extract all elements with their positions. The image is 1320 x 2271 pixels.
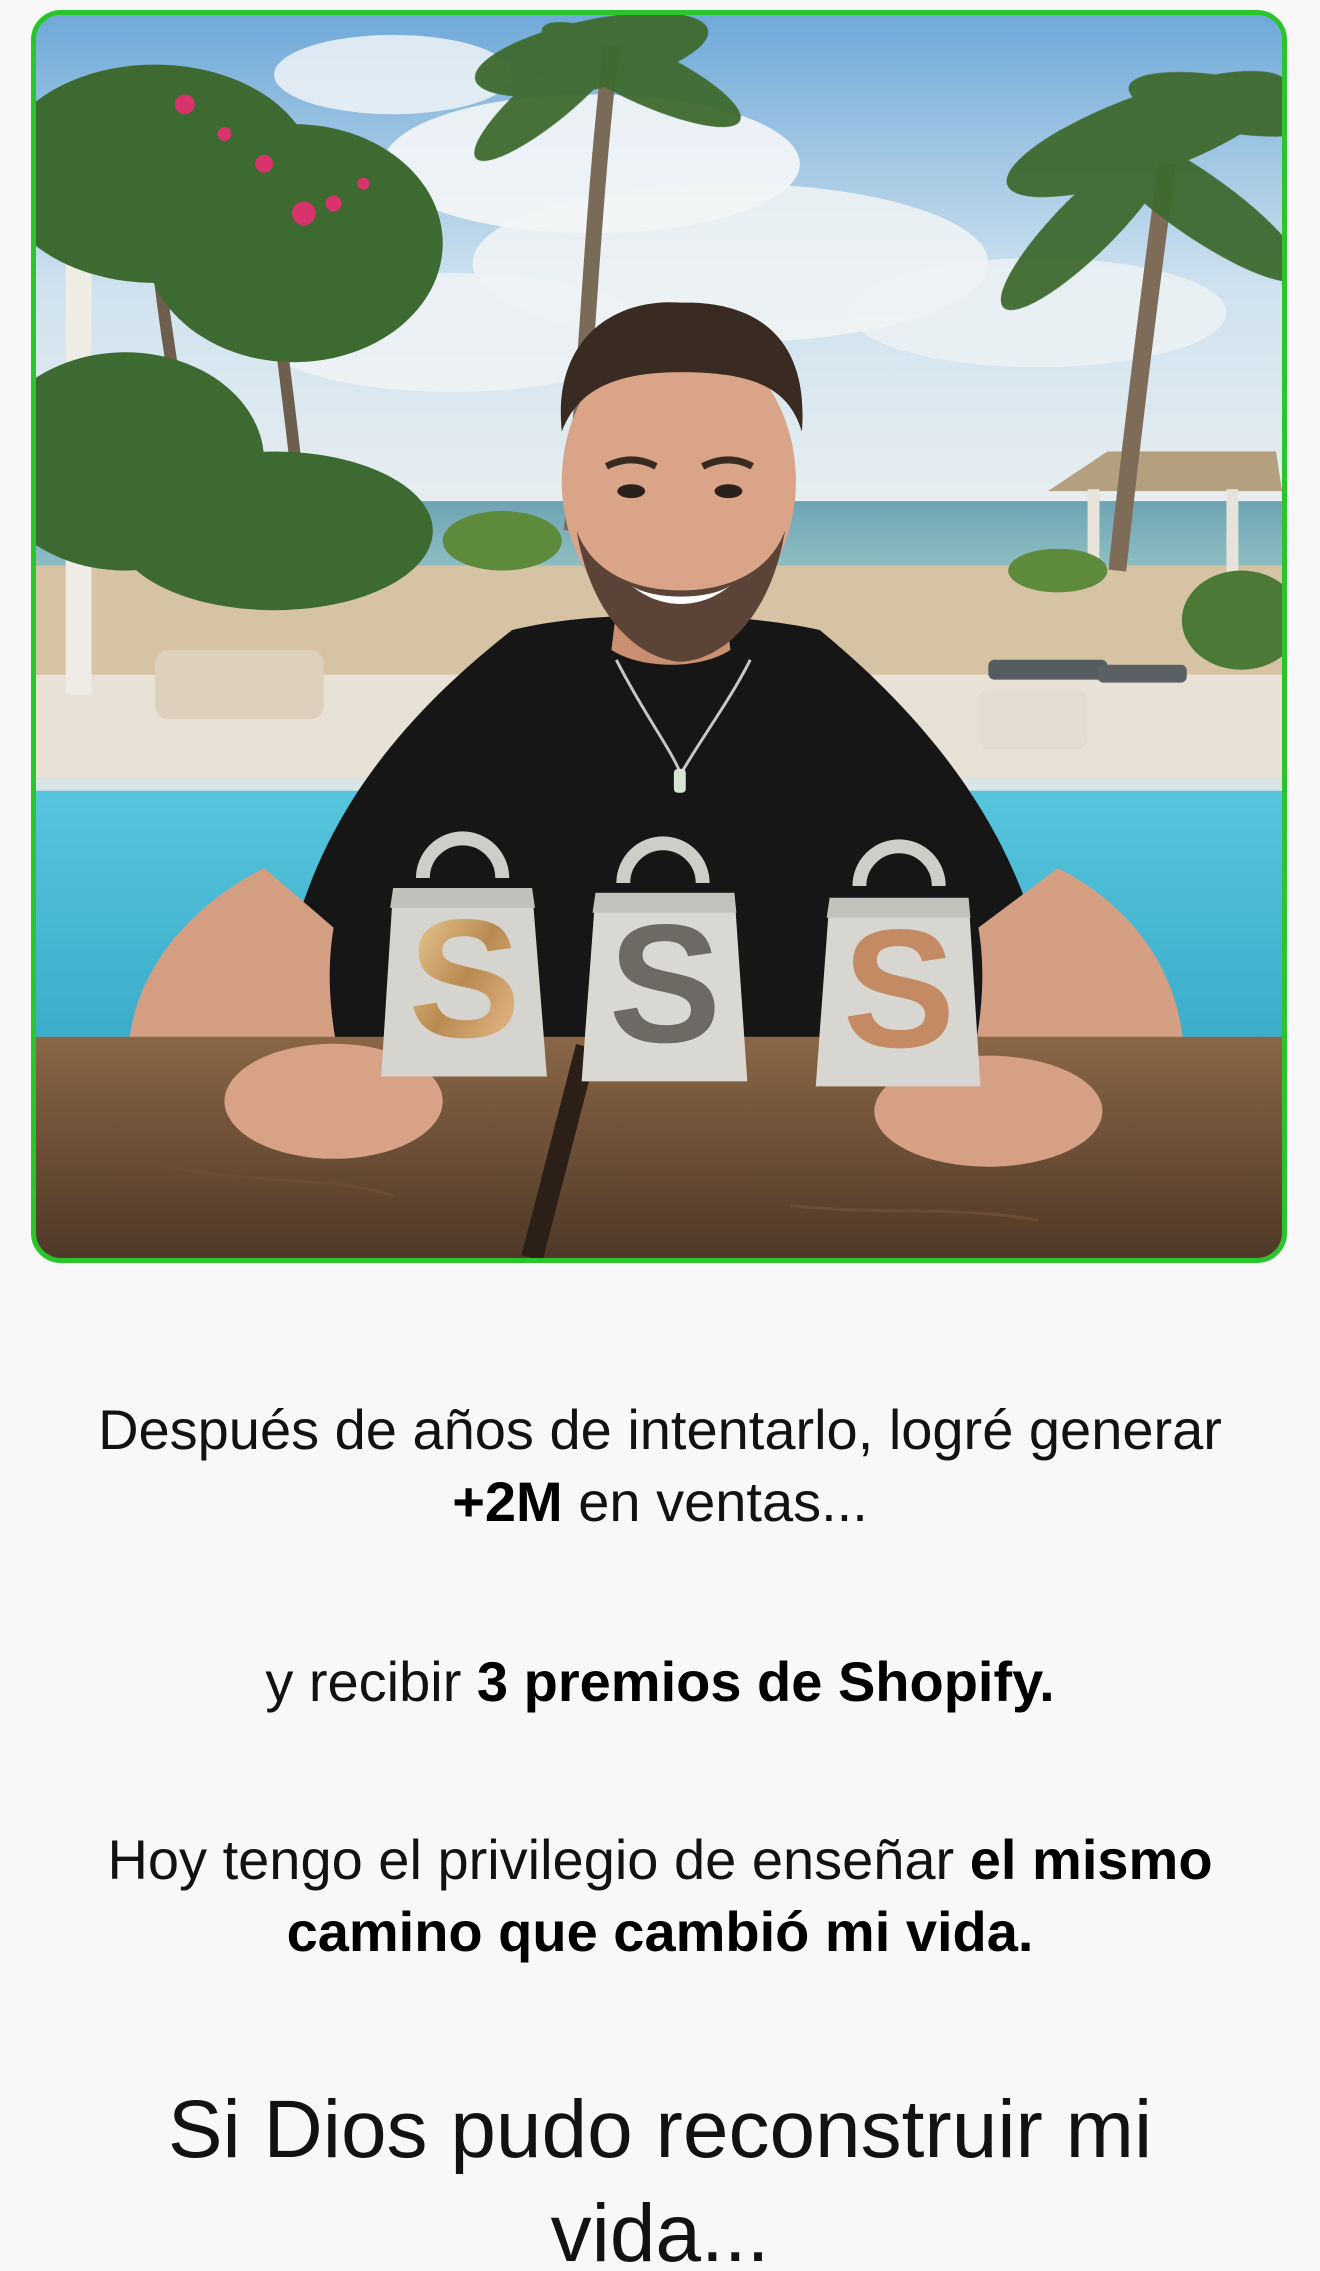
mission-paragraph: Hoy tengo el privilegio de enseñar el mi… [60, 1824, 1260, 1968]
mission-text: Hoy tengo el privilegio de enseñar [107, 1828, 970, 1891]
awards-paragraph: y recibir 3 premios de Shopify. [60, 1646, 1260, 1718]
intro-text: Después de años de intentarlo, logré gen… [98, 1398, 1222, 1461]
awards-text: y recibir [265, 1650, 477, 1713]
awards-highlight: 3 premios de Shopify. [476, 1650, 1055, 1713]
intro-text-end: en ventas... [562, 1470, 868, 1533]
svg-text:S: S [843, 894, 955, 1083]
page: S S S Después de años de intentarlo, log… [0, 0, 1320, 2271]
svg-text:S: S [609, 889, 721, 1078]
photo-illustration: S S S [36, 15, 1282, 1258]
sales-highlight: +2M [452, 1470, 563, 1533]
svg-text:S: S [408, 884, 520, 1073]
hero-photo: S S S [31, 10, 1287, 1263]
section-heading: Si Dios pudo reconstruir mi vida... [167, 2084, 1153, 2271]
intro-paragraph: Después de años de intentarlo, logré gen… [60, 1394, 1260, 1538]
